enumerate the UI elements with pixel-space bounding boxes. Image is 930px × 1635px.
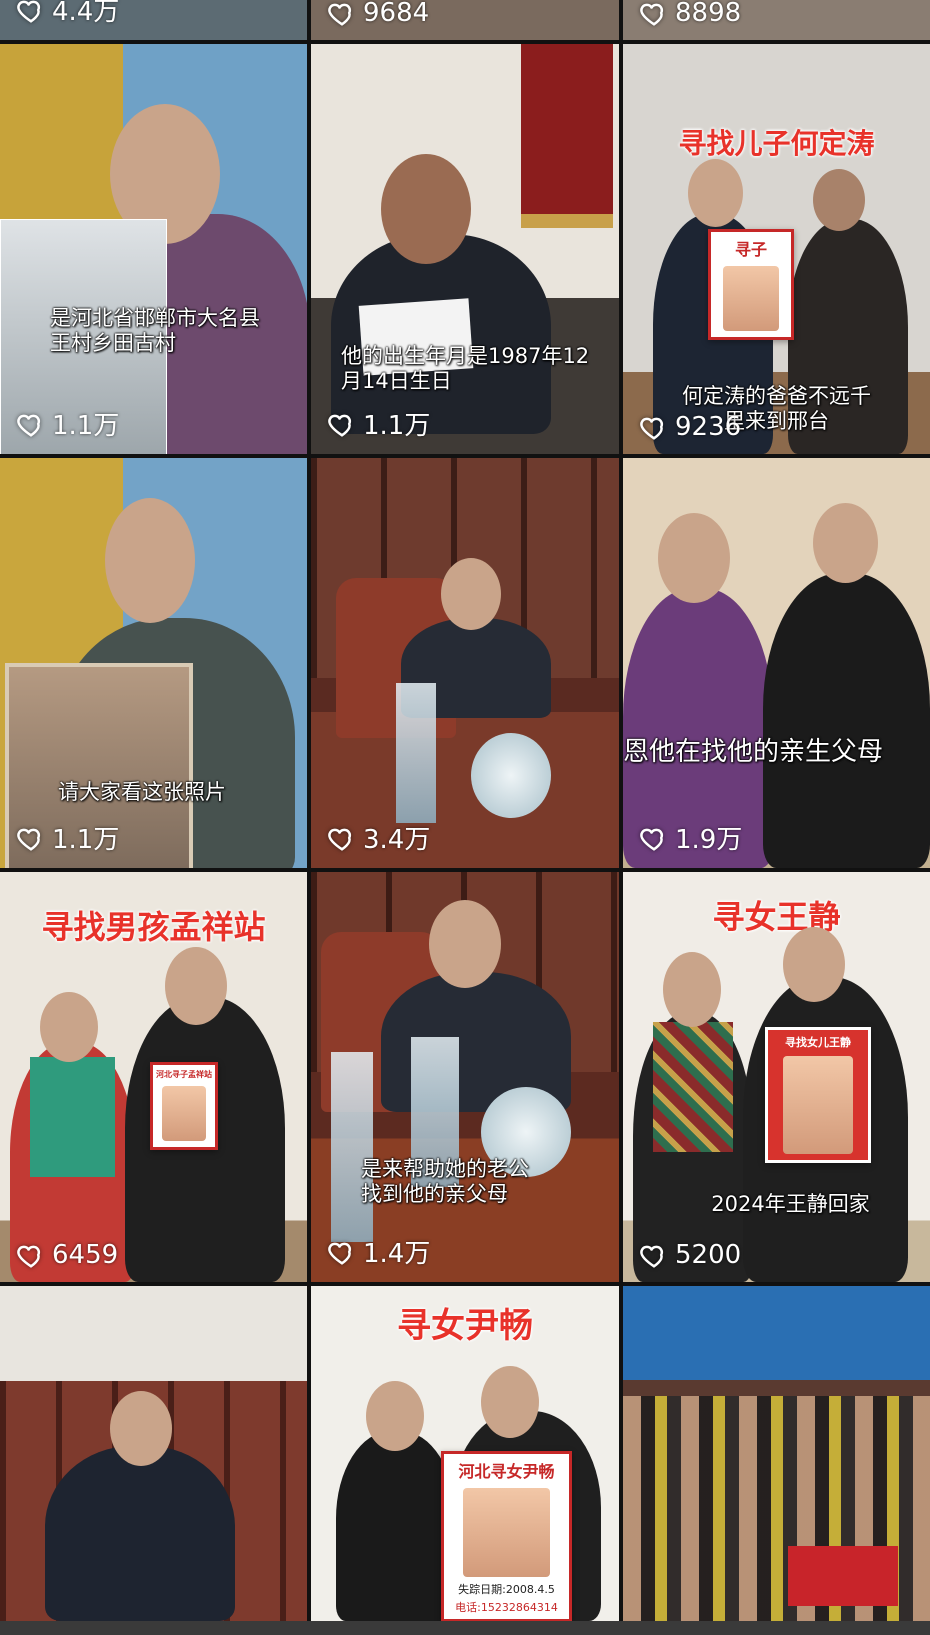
person-head	[381, 154, 471, 264]
missing-poster: 河北寻子孟祥站	[150, 1062, 218, 1150]
video-tile-5[interactable]: 3.4万	[311, 458, 619, 868]
like-count: 1.1万	[16, 819, 119, 856]
person-figure	[763, 573, 930, 868]
video-subtitle: 请大家看这张照片	[58, 780, 226, 804]
missing-poster: 寻找女儿王静	[765, 1027, 871, 1163]
like-count: 6459	[16, 1240, 118, 1270]
video-tile-11[interactable]: 寻女尹畅 河北寻女尹畅 失踪日期:2008.4.5 电话:15232864314	[311, 1286, 619, 1621]
like-count: 9236	[639, 412, 741, 442]
like-count: 1.9万	[639, 819, 742, 856]
award-trophy	[396, 683, 436, 823]
video-tile-top-2[interactable]: 9684	[311, 0, 619, 40]
person-head	[663, 952, 721, 1027]
red-banner	[788, 1546, 898, 1606]
heart-outline-icon	[17, 1245, 41, 1268]
person-figure	[45, 1446, 235, 1621]
banner	[521, 44, 613, 228]
award-trophy	[331, 1052, 373, 1242]
video-title-overlay: 寻女王静	[712, 898, 841, 936]
video-subtitle: 是来帮助她的老公找到他的亲父母	[361, 1157, 529, 1206]
heart-outline-icon	[328, 828, 352, 851]
video-title-overlay: 寻找男孩孟祥站	[41, 908, 266, 946]
video-tile-7[interactable]: 寻找男孩孟祥站 河北寻子孟祥站 6459	[0, 872, 307, 1282]
video-subtitle: 2024年王静回家	[711, 1192, 870, 1216]
heart-outline-icon	[17, 0, 41, 23]
video-subtitle: 他的出生年月是1987年12月14日生日	[341, 344, 590, 393]
person-head	[813, 169, 865, 231]
person-head	[813, 503, 878, 583]
like-count: 3.4万	[327, 819, 430, 856]
video-tile-top-3[interactable]: 8898	[623, 0, 930, 40]
missing-poster: 河北寻女尹畅 失踪日期:2008.4.5 电话:15232864314	[441, 1451, 572, 1621]
video-title-overlay: 寻女尹畅	[397, 1306, 533, 1346]
video-tile-1[interactable]: 是河北省邯郸市大名县王村乡田古村 1.1万	[0, 44, 307, 454]
vest	[30, 1057, 115, 1177]
video-tile-12[interactable]	[623, 1286, 930, 1621]
like-count: 8898	[639, 0, 741, 28]
person-head	[110, 1391, 172, 1466]
person-head	[366, 1381, 424, 1451]
video-tile-2[interactable]: 他的出生年月是1987年12月14日生日 1.1万	[311, 44, 619, 454]
heart-outline-icon	[328, 414, 352, 437]
like-count: 1.4万	[327, 1233, 430, 1270]
like-count: 4.4万	[16, 0, 119, 28]
person-head	[688, 159, 743, 227]
heart-outline-icon	[640, 828, 664, 851]
like-count: 5200	[639, 1240, 741, 1270]
video-tile-9[interactable]: 寻女王静 寻找女儿王静 2024年王静回家 5200	[623, 872, 930, 1282]
award-plaque	[471, 733, 551, 818]
video-subtitle: 恩他在找他的亲生父母	[623, 737, 884, 767]
like-count: 1.1万	[327, 405, 430, 442]
floral-top	[653, 1022, 733, 1152]
like-count: 1.1万	[16, 405, 119, 442]
heart-outline-icon	[640, 1245, 664, 1268]
video-subtitle: 是河北省邯郸市大名县王村乡田古村	[50, 306, 260, 355]
person-head	[105, 498, 195, 623]
person-head	[40, 992, 98, 1062]
person-figure	[336, 1431, 456, 1621]
video-tile-10[interactable]	[0, 1286, 307, 1621]
heart-outline-icon	[17, 828, 41, 851]
heart-outline-icon	[17, 414, 41, 437]
video-title-overlay: 寻找儿子何定涛	[678, 127, 875, 160]
like-count: 9684	[327, 0, 429, 28]
person-head	[783, 927, 845, 1002]
video-tile-8[interactable]: 是来帮助她的老公找到他的亲父母 1.4万	[311, 872, 619, 1282]
video-tile-3[interactable]: 寻找儿子何定涛 寻子 何定涛的爸爸不远千里来到邢台 9236	[623, 44, 930, 454]
heart-outline-icon	[640, 3, 664, 26]
bottom-bar	[0, 1621, 930, 1635]
person-head	[658, 513, 730, 603]
heart-outline-icon	[640, 417, 664, 440]
heart-outline-icon	[328, 1242, 352, 1265]
person-head	[429, 900, 501, 988]
video-tile-top-1[interactable]: 4.4万	[0, 0, 307, 40]
video-tile-6[interactable]: 恩他在找他的亲生父母 1.9万	[623, 458, 930, 868]
person-head	[165, 947, 227, 1025]
missing-poster: 寻子	[708, 229, 794, 340]
person-head	[441, 558, 501, 630]
person-head	[481, 1366, 539, 1438]
heart-outline-icon	[328, 3, 352, 26]
video-tile-4[interactable]: 请大家看这张照片 1.1万	[0, 458, 307, 868]
